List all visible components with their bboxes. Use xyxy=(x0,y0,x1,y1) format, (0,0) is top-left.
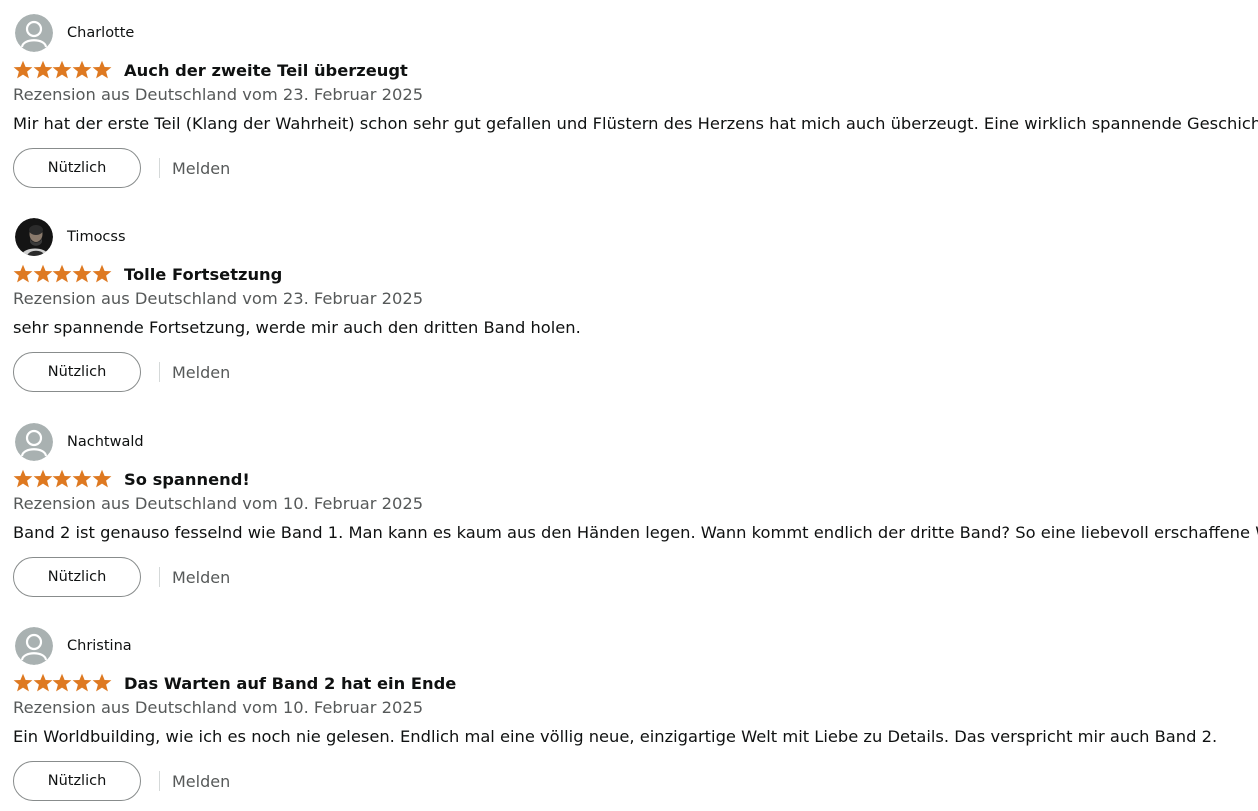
review-title-row: Auch der zweite Teil überzeugt xyxy=(13,59,408,81)
divider xyxy=(159,771,160,791)
helpful-button[interactable]: Nützlich xyxy=(13,148,141,188)
star-icon xyxy=(33,469,53,488)
helpful-button[interactable]: Nützlich xyxy=(13,761,141,801)
reviewer-profile[interactable]: Nachtwald xyxy=(15,423,144,461)
reviewer-profile[interactable]: Charlotte xyxy=(15,14,134,52)
star-icon xyxy=(33,264,53,283)
review-title[interactable]: So spannend! xyxy=(124,470,250,489)
review-actions: Nützlich Melden xyxy=(13,352,230,392)
helpful-button[interactable]: Nützlich xyxy=(13,557,141,597)
reviewer-name[interactable]: Nachtwald xyxy=(67,434,144,450)
star-icon xyxy=(13,60,33,79)
review-actions: Nützlich Melden xyxy=(13,761,230,801)
review-title[interactable]: Das Warten auf Band 2 hat ein Ende xyxy=(124,674,456,693)
review-text: Ein Worldbuilding, wie ich es noch nie g… xyxy=(13,727,1218,746)
review-title[interactable]: Auch der zweite Teil überzeugt xyxy=(124,61,408,80)
star-icon xyxy=(53,60,72,79)
reviewer-profile[interactable]: Timocss xyxy=(15,218,126,256)
star-icon xyxy=(13,264,33,283)
review-text: Mir hat der erste Teil (Klang der Wahrhe… xyxy=(13,114,1258,133)
star-icon xyxy=(13,673,33,692)
review-title-row: So spannend! xyxy=(13,468,250,490)
report-link[interactable]: Melden xyxy=(172,363,230,382)
star-icon xyxy=(33,60,53,79)
avatar[interactable] xyxy=(15,218,53,256)
star-icon xyxy=(92,673,112,692)
star-icon xyxy=(13,469,33,488)
default-user-icon xyxy=(15,14,53,52)
star-icon xyxy=(53,469,72,488)
star-icon xyxy=(72,673,92,692)
report-link[interactable]: Melden xyxy=(172,568,230,587)
avatar[interactable] xyxy=(15,423,53,461)
star-icon xyxy=(72,60,92,79)
review-date: Rezension aus Deutschland vom 10. Februa… xyxy=(13,698,424,717)
divider xyxy=(159,567,160,587)
star-icon xyxy=(92,469,112,488)
review-title[interactable]: Tolle Fortsetzung xyxy=(124,265,282,284)
reviewer-name[interactable]: Charlotte xyxy=(67,25,134,41)
default-user-icon xyxy=(15,627,53,665)
star-icon xyxy=(72,264,92,283)
star-icon xyxy=(53,264,72,283)
star-rating[interactable] xyxy=(13,469,112,489)
star-rating[interactable] xyxy=(13,673,112,693)
reviewer-name[interactable]: Christina xyxy=(67,638,132,654)
star-icon xyxy=(92,60,112,79)
photo-avatar xyxy=(15,218,53,256)
review-actions: Nützlich Melden xyxy=(13,557,230,597)
helpful-button[interactable]: Nützlich xyxy=(13,352,141,392)
report-link[interactable]: Melden xyxy=(172,159,230,178)
avatar[interactable] xyxy=(15,14,53,52)
reviewer-profile[interactable]: Christina xyxy=(15,627,132,665)
star-icon xyxy=(92,264,112,283)
review-date: Rezension aus Deutschland vom 23. Februa… xyxy=(13,85,424,104)
review-actions: Nützlich Melden xyxy=(13,148,230,188)
review-date: Rezension aus Deutschland vom 23. Februa… xyxy=(13,289,424,308)
reviewer-name[interactable]: Timocss xyxy=(67,229,126,245)
star-icon xyxy=(53,673,72,692)
review-title-row: Das Warten auf Band 2 hat ein Ende xyxy=(13,672,456,694)
divider xyxy=(159,362,160,382)
star-icon xyxy=(72,469,92,488)
avatar[interactable] xyxy=(15,627,53,665)
review-text: Band 2 ist genauso fesselnd wie Band 1. … xyxy=(13,523,1258,542)
star-rating[interactable] xyxy=(13,60,112,80)
divider xyxy=(159,158,160,178)
review-date: Rezension aus Deutschland vom 10. Februa… xyxy=(13,494,424,513)
star-icon xyxy=(33,673,53,692)
report-link[interactable]: Melden xyxy=(172,772,230,791)
review-text: sehr spannende Fortsetzung, werde mir au… xyxy=(13,318,581,337)
review-title-row: Tolle Fortsetzung xyxy=(13,263,282,285)
star-rating[interactable] xyxy=(13,264,112,284)
default-user-icon xyxy=(15,423,53,461)
